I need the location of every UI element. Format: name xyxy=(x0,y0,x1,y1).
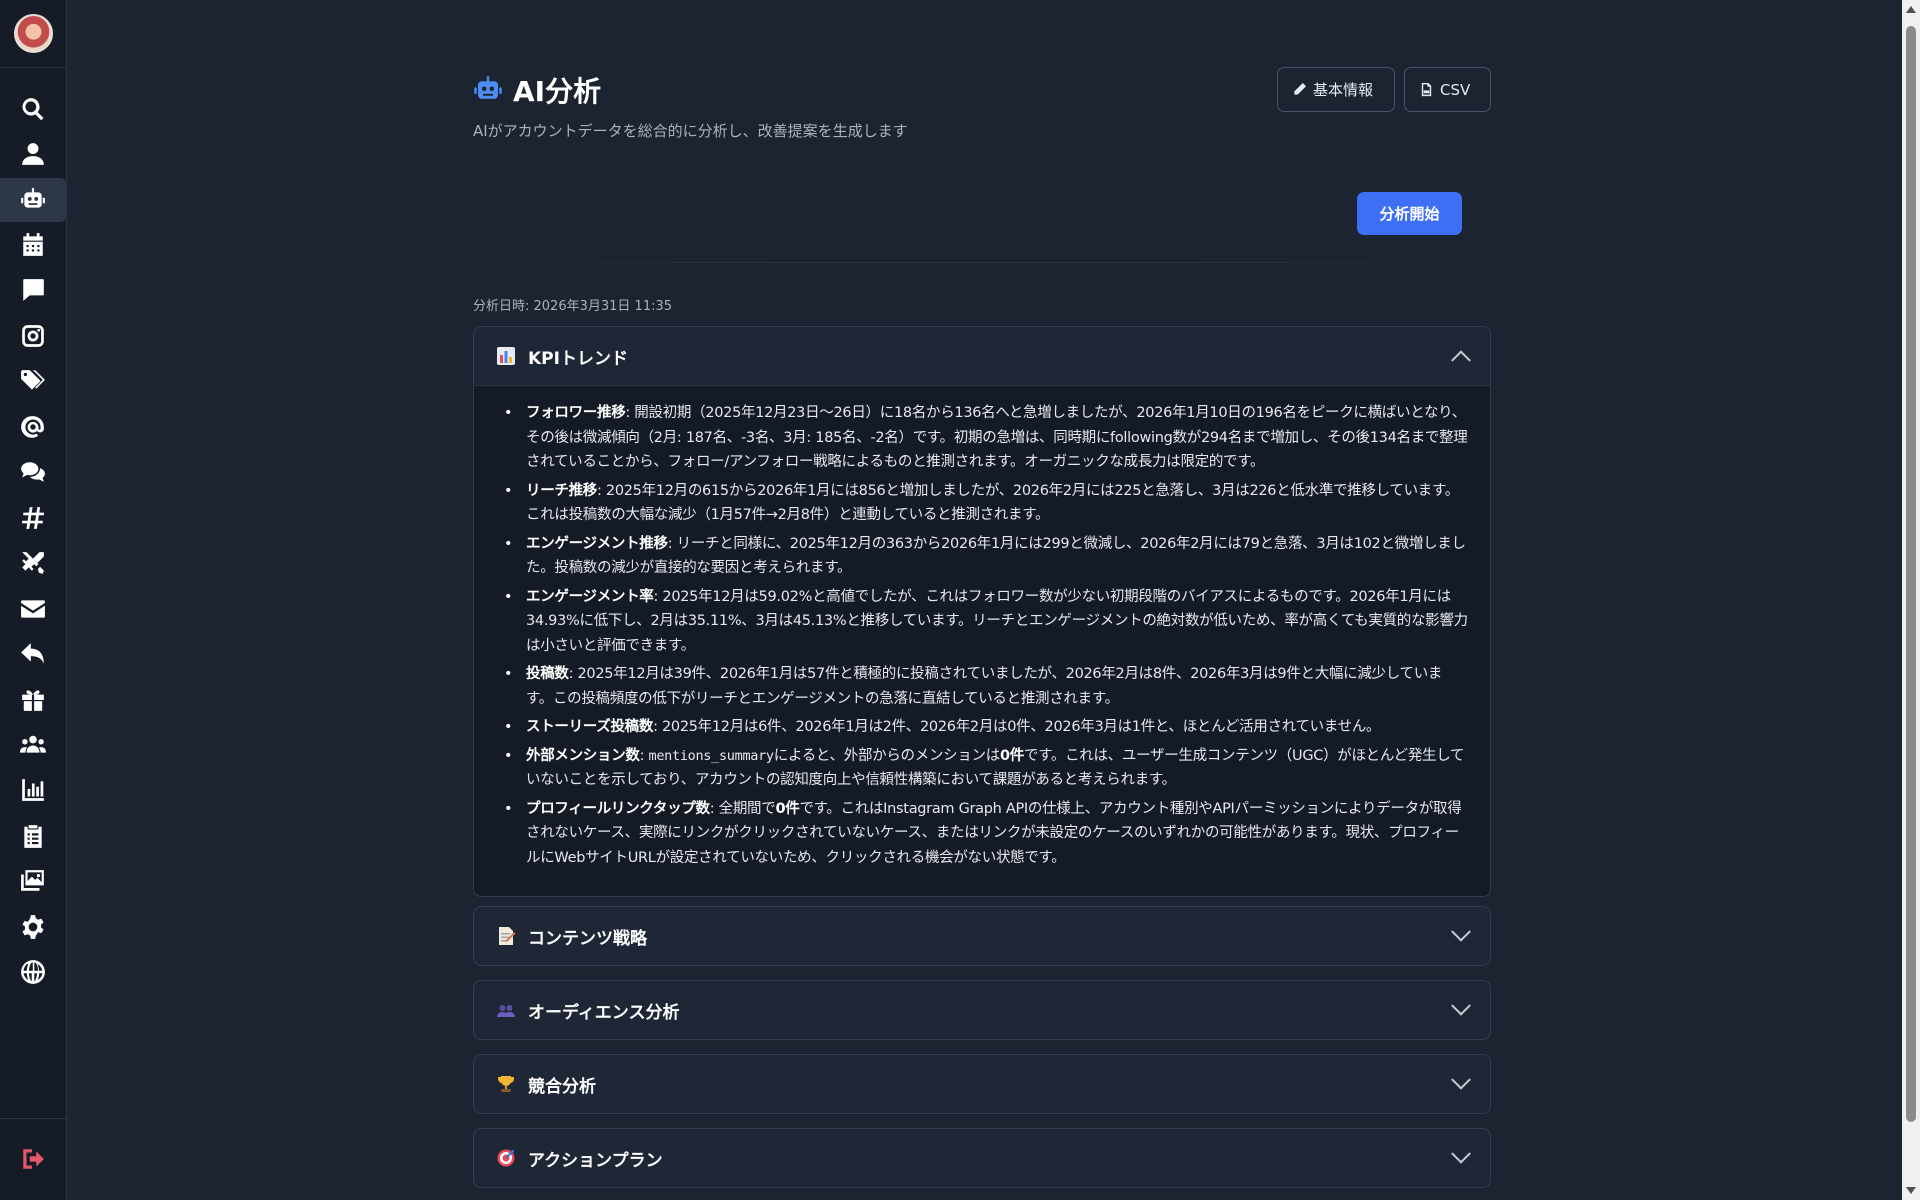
list-item: リーチ推移: 2025年12月の615から2026年1月には856と増加しました… xyxy=(502,479,1468,528)
scroll-down-arrow[interactable] xyxy=(1906,1187,1916,1194)
images-icon[interactable] xyxy=(0,859,66,903)
chevron-down-icon xyxy=(1451,921,1471,942)
scroll-up-arrow[interactable] xyxy=(1906,6,1916,13)
competitor-analysis-panel: 競合分析 xyxy=(473,1054,1491,1114)
divider xyxy=(0,1118,66,1119)
gear-icon[interactable] xyxy=(0,905,66,949)
page-header: AI分析 AIがアカウントデータを総合的に分析し、改善提案を生成します 基本情報… xyxy=(473,67,1491,140)
scroll-thumb[interactable] xyxy=(1906,26,1916,1122)
audience-analysis-header[interactable]: オーディエンス分析 xyxy=(474,981,1490,1039)
envelope-icon[interactable] xyxy=(0,587,66,631)
trophy-emoji xyxy=(498,1076,514,1092)
avatar[interactable] xyxy=(14,14,53,53)
list-item: エンゲージメント率: 2025年12月は59.02%と高値でしたが、これはフォロ… xyxy=(502,585,1468,659)
file-csv-icon xyxy=(1421,82,1432,97)
instagram-icon[interactable] xyxy=(0,314,66,358)
kpi-trend-header[interactable]: KPIトレンド xyxy=(474,327,1490,385)
content-strategy-title: コンテンツ戦略 xyxy=(528,928,647,949)
competitor-analysis-title: 競合分析 xyxy=(528,1076,596,1097)
action-plan-header[interactable]: アクションプラン xyxy=(474,1129,1490,1187)
people-emoji xyxy=(497,1005,515,1017)
gift-icon[interactable] xyxy=(0,678,66,722)
basic-info-label: 基本情報 xyxy=(1313,81,1374,99)
swords-icon[interactable] xyxy=(0,541,66,585)
chevron-down-icon xyxy=(1451,1069,1471,1090)
content-strategy-panel: コンテンツ戦略 xyxy=(473,906,1491,966)
chart-bar-icon[interactable] xyxy=(0,768,66,812)
sign-out-icon[interactable] xyxy=(0,1137,66,1181)
list-item: 投稿数: 2025年12月は39件、2026年1月は57件と積極的に投稿されてい… xyxy=(502,662,1468,711)
at-icon[interactable] xyxy=(0,405,66,449)
hashtag-icon[interactable] xyxy=(0,496,66,540)
comment-icon[interactable] xyxy=(0,268,66,312)
globe-icon[interactable] xyxy=(0,950,66,994)
list-item: ストーリーズ投稿数: 2025年12月は6件、2026年1月は2件、2026年2… xyxy=(502,715,1468,740)
csv-button[interactable]: CSV xyxy=(1404,67,1491,112)
audience-analysis-panel: オーディエンス分析 xyxy=(473,980,1491,1040)
memo-emoji xyxy=(499,927,516,945)
list-item: フォロワー推移: 開設初期（2025年12月23日〜26日）に18名から136名… xyxy=(502,401,1468,475)
tags-icon[interactable] xyxy=(0,359,66,403)
list-item: 外部メンション数: mentions_summaryによると、外部からのメンショ… xyxy=(502,744,1468,793)
start-analysis-button[interactable]: 分析開始 xyxy=(1357,192,1462,235)
users-icon[interactable] xyxy=(0,723,66,767)
robot-icon[interactable] xyxy=(0,178,66,222)
calendar-icon[interactable] xyxy=(0,223,66,267)
chart-emoji xyxy=(497,347,515,365)
robot-icon xyxy=(474,76,502,99)
search-icon[interactable] xyxy=(0,87,66,131)
page-subtitle: AIがアカウントデータを総合的に分析し、改善提案を生成します xyxy=(473,122,908,140)
kpi-trend-body: フォロワー推移: 開設初期（2025年12月23日〜26日）に18名から136名… xyxy=(474,385,1490,896)
chevron-down-icon xyxy=(1451,995,1471,1016)
user-icon[interactable] xyxy=(0,132,66,176)
audience-analysis-title: オーディエンス分析 xyxy=(528,1002,680,1023)
analysis-date: 分析日時: 2026年3月31日 11:35 xyxy=(473,299,673,314)
pencil-icon xyxy=(1294,82,1307,95)
comments-icon[interactable] xyxy=(0,450,66,494)
page-title: AI分析 xyxy=(513,75,602,108)
divider xyxy=(473,262,1491,263)
content-strategy-header[interactable]: コンテンツ戦略 xyxy=(474,907,1490,965)
reply-icon[interactable] xyxy=(0,632,66,676)
action-plan-panel: アクションプラン xyxy=(473,1128,1491,1188)
target-emoji xyxy=(497,1149,515,1167)
list-item: エンゲージメント推移: リーチと同様に、2025年12月の363から2026年1… xyxy=(502,532,1468,581)
chevron-down-icon xyxy=(1451,1143,1471,1164)
csv-label: CSV xyxy=(1440,80,1471,99)
sidebar xyxy=(0,0,67,1200)
list-item: プロフィールリンクタップ数: 全期間で0件です。これはInstagram Gra… xyxy=(502,797,1468,871)
kpi-trend-panel: KPIトレンド フォロワー推移: 開設初期（2025年12月23日〜26日）に1… xyxy=(473,326,1491,897)
basic-info-button[interactable]: 基本情報 xyxy=(1277,67,1395,112)
clipboard-icon[interactable] xyxy=(0,814,66,858)
action-plan-title: アクションプラン xyxy=(528,1150,663,1171)
divider xyxy=(0,67,66,68)
chevron-up-icon xyxy=(1451,350,1471,371)
kpi-trend-title: KPIトレンド xyxy=(528,348,628,369)
page-scrollbar[interactable] xyxy=(1902,0,1920,1200)
competitor-analysis-header[interactable]: 競合分析 xyxy=(474,1055,1490,1113)
